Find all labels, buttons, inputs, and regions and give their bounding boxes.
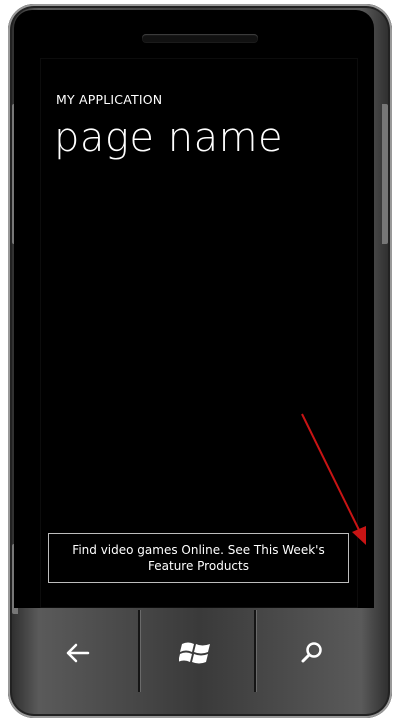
page-title: page name (54, 115, 284, 161)
search-button[interactable] (254, 608, 370, 698)
back-button[interactable] (18, 608, 138, 698)
windows-logo-icon (179, 642, 210, 664)
search-icon (301, 642, 322, 663)
app-screen: MY APPLICATION page name Find video game… (40, 58, 358, 608)
hardware-nav-bar (18, 608, 370, 698)
power-button (382, 104, 388, 244)
ad-banner-text: Find video games Online. See This Week's… (72, 543, 325, 573)
app-title: MY APPLICATION (56, 92, 163, 107)
ad-banner[interactable]: Find video games Online. See This Week's… (48, 533, 349, 583)
earpiece-speaker (142, 34, 258, 42)
back-arrow-icon (66, 643, 90, 663)
start-button[interactable] (138, 608, 254, 698)
